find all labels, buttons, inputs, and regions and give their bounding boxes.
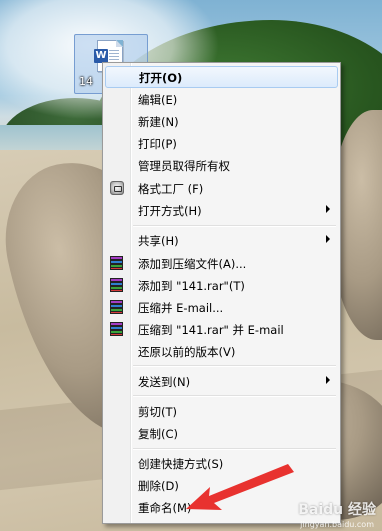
menu-item-label: 共享(H) [138,234,179,248]
menu-item-label: 格式工厂 (F) [138,182,204,196]
context-menu: 打开(O) 编辑(E) 新建(N) 打印(P) 管理员取得所有权 格式工厂 (F… [102,62,341,524]
menu-item-label: 创建快捷方式(S) [138,457,224,471]
menu-item-restore-previous[interactable]: 还原以前的版本(V) [105,341,338,361]
menu-item-new[interactable]: 新建(N) [105,111,338,131]
menu-item-label: 编辑(E) [138,93,178,107]
winrar-icon [109,255,125,271]
winrar-icon [109,277,125,293]
menu-item-share[interactable]: 共享(H) [105,230,338,250]
menu-item-send-to[interactable]: 发送到(N) [105,371,338,391]
watermark-url: jingyan.baidu.com [300,520,374,529]
menu-item-label: 还原以前的版本(V) [138,345,236,359]
menu-item-label: 删除(D) [138,479,179,493]
menu-item-label: 压缩到 "141.rar" 并 E-mail [138,323,284,337]
menu-item-delete[interactable]: 删除(D) [105,475,338,495]
menu-item-label: 新建(N) [138,115,179,129]
menu-item-compress-to-rar-email[interactable]: 压缩到 "141.rar" 并 E-mail [105,319,338,339]
menu-item-create-shortcut[interactable]: 创建快捷方式(S) [105,453,338,473]
menu-item-label: 重命名(M) [138,501,192,515]
menu-item-label: 发送到(N) [138,375,191,389]
menu-item-add-to-rar[interactable]: 添加到 "141.rar"(T) [105,275,338,295]
menu-item-label: 添加到压缩文件(A)... [138,257,247,271]
submenu-arrow-icon [326,376,330,384]
menu-item-edit[interactable]: 编辑(E) [105,89,338,109]
menu-item-copy[interactable]: 复制(C) [105,423,338,443]
menu-separator [133,365,336,367]
watermark-brand: Baidu 经验 [298,502,376,518]
menu-separator [133,225,336,227]
menu-item-add-to-archive[interactable]: 添加到压缩文件(A)... [105,253,338,273]
menu-item-compress-email[interactable]: 压缩并 E-mail... [105,297,338,317]
menu-item-label: 打开方式(H) [138,204,202,218]
menu-item-take-ownership[interactable]: 管理员取得所有权 [105,155,338,175]
submenu-arrow-icon [326,235,330,243]
submenu-arrow-icon [326,205,330,213]
winrar-icon [109,299,125,315]
menu-item-label: 添加到 "141.rar"(T) [138,279,245,293]
menu-item-open-with[interactable]: 打开方式(H) [105,200,338,220]
menu-item-label: 打印(P) [138,137,177,151]
desktop-file-label: 14 [79,75,93,88]
menu-item-label: 复制(C) [138,427,179,441]
menu-item-label: 压缩并 E-mail... [138,301,224,315]
menu-separator [133,395,336,397]
winrar-icon [109,321,125,337]
menu-item-cut[interactable]: 剪切(T) [105,401,338,421]
menu-item-label: 打开(O) [139,71,183,85]
format-factory-icon [109,180,125,196]
menu-item-open[interactable]: 打开(O) [105,66,338,88]
menu-item-format-factory[interactable]: 格式工厂 (F) [105,178,338,198]
menu-item-label: 剪切(T) [138,405,177,419]
menu-item-print[interactable]: 打印(P) [105,133,338,153]
menu-item-label: 管理员取得所有权 [138,159,230,173]
menu-separator [133,448,336,450]
